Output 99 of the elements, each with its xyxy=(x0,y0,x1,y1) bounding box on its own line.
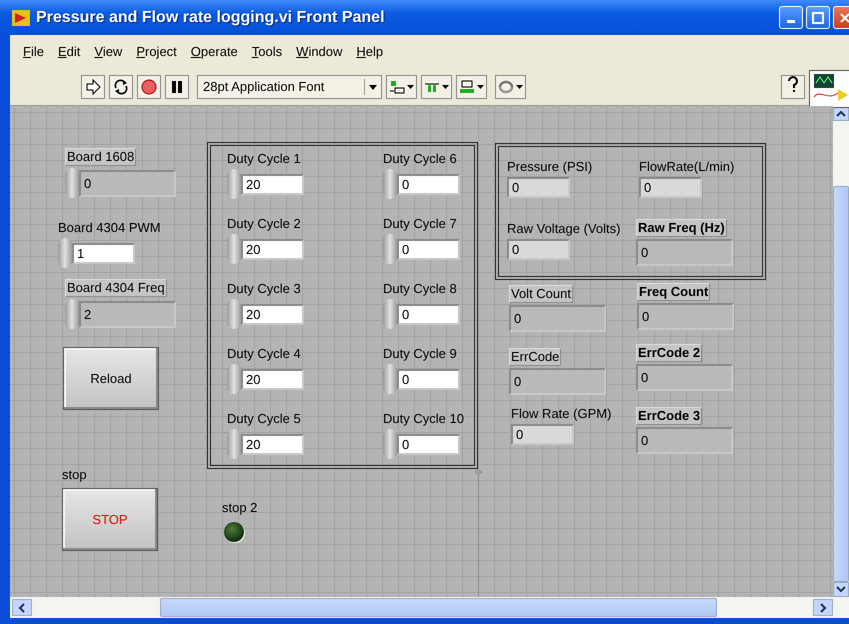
vi-icon xyxy=(12,10,30,26)
distribute-button[interactable] xyxy=(421,74,452,98)
control-label: Flow Rate (GPM) xyxy=(511,406,612,422)
numeric-field[interactable]: 1 xyxy=(72,242,135,264)
resize-button[interactable] xyxy=(456,74,487,98)
numeric-display: 0 xyxy=(636,239,733,266)
spinner-arrows[interactable] xyxy=(383,169,397,199)
vertical-scrollbar[interactable] xyxy=(833,106,849,597)
spinner-arrows[interactable] xyxy=(65,299,79,329)
numeric-field[interactable]: 20 xyxy=(241,304,304,324)
control-label: Pressure (PSI) xyxy=(507,159,592,175)
numeric-field[interactable]: 0 xyxy=(397,368,460,390)
control-label: stop 2 xyxy=(222,500,258,516)
spinner-arrows[interactable] xyxy=(227,299,241,329)
close-icon xyxy=(839,12,849,24)
numeric-field[interactable]: 20 xyxy=(241,434,304,454)
window-title: Pressure and Flow rate logging.vi Front Panel xyxy=(36,8,385,26)
control-label: Duty Cycle 3 xyxy=(227,281,301,297)
control-label: Duty Cycle 7 xyxy=(383,216,457,232)
align-button[interactable] xyxy=(386,74,417,98)
control-label: Duty Cycle 6 xyxy=(383,151,457,167)
control-label: stop xyxy=(62,467,87,483)
menu-item[interactable]: Edit xyxy=(50,44,88,59)
numeric-field[interactable]: 0 xyxy=(397,238,460,260)
spinner-arrows[interactable] xyxy=(227,364,241,394)
spinner-arrows[interactable] xyxy=(383,234,397,264)
control-label: Duty Cycle 10 xyxy=(383,411,464,427)
numeric-field[interactable]: 20 xyxy=(241,238,304,260)
control-label: Duty Cycle 2 xyxy=(227,216,301,232)
control-label: Duty Cycle 9 xyxy=(383,346,457,362)
help-button[interactable] xyxy=(781,74,805,98)
numeric-display: 0 xyxy=(636,364,733,391)
align-icon xyxy=(389,78,405,94)
pause-icon xyxy=(169,78,185,94)
font-dropdown[interactable]: 28pt Application Font xyxy=(197,74,382,98)
vi-icon[interactable] xyxy=(809,70,849,108)
numeric-display: 0 xyxy=(639,177,702,198)
control-label: Board 4304 PWM xyxy=(58,220,161,236)
spinner-arrows[interactable] xyxy=(383,299,397,329)
numeric-field[interactable]: 0 xyxy=(397,434,460,454)
maximize-icon xyxy=(812,12,824,24)
menu-item[interactable]: Window xyxy=(289,44,350,59)
abort-button[interactable] xyxy=(137,74,161,98)
spinner-arrows[interactable] xyxy=(227,234,241,264)
control-label: ErrCode xyxy=(509,348,562,366)
menu-item[interactable]: Help xyxy=(349,44,390,59)
numeric-display: 0 xyxy=(637,303,734,330)
minimize-icon xyxy=(787,20,795,23)
control-label: Board 1608 xyxy=(65,148,136,166)
numeric-display: 0 xyxy=(507,239,570,260)
run-button[interactable] xyxy=(81,74,105,98)
numeric-display: 0 xyxy=(636,427,733,454)
push-button[interactable]: Reload xyxy=(63,347,159,410)
numeric-display: 0 xyxy=(509,368,606,395)
control-label: Raw Freq (Hz) xyxy=(636,219,727,237)
pause-button[interactable] xyxy=(165,74,189,98)
caret-icon xyxy=(477,84,484,90)
control-label: ErrCode 2 xyxy=(636,344,702,362)
caret-icon xyxy=(407,84,414,90)
question-mark-icon xyxy=(786,76,800,94)
control-label: Duty Cycle 1 xyxy=(227,151,301,167)
numeric-field[interactable]: 20 xyxy=(241,174,304,194)
control-label: ErrCode 3 xyxy=(636,407,702,425)
control-label: Raw Voltage (Volts) xyxy=(507,221,620,237)
spinner-arrows[interactable] xyxy=(65,168,79,198)
spinner-arrows[interactable] xyxy=(383,364,397,394)
maximize-button[interactable] xyxy=(806,6,830,29)
led-indicator[interactable] xyxy=(224,522,244,542)
menu-item[interactable]: Project xyxy=(129,44,184,59)
menu-item[interactable]: View xyxy=(87,44,130,59)
numeric-field[interactable]: 0 xyxy=(397,174,460,194)
spinner-arrows[interactable] xyxy=(227,169,241,199)
control-label: Duty Cycle 8 xyxy=(383,281,457,297)
arrow-icon xyxy=(85,78,101,94)
run-continuously-button[interactable] xyxy=(109,74,133,98)
spinner-arrows[interactable] xyxy=(383,429,397,459)
numeric-display: 0 xyxy=(511,424,574,445)
stop-sign-icon xyxy=(141,78,157,94)
caret-icon xyxy=(442,84,449,90)
control-label: Duty Cycle 4 xyxy=(227,346,301,362)
horizontal-scrollbar[interactable] xyxy=(10,597,849,618)
spinner-arrows[interactable] xyxy=(227,429,241,459)
resize-icon xyxy=(459,78,475,94)
numeric-display: 0 xyxy=(509,305,606,332)
numeric-field[interactable]: 20 xyxy=(241,368,304,390)
menu-item[interactable]: File xyxy=(16,44,51,59)
spinner-arrows[interactable] xyxy=(58,238,72,268)
numeric-display: 0 xyxy=(507,177,570,198)
caret-icon xyxy=(516,84,523,90)
control-label: Freq Count xyxy=(637,283,710,301)
numeric-field[interactable]: 0 xyxy=(397,304,460,324)
control-label: Duty Cycle 5 xyxy=(227,411,301,427)
reorder-button[interactable] xyxy=(495,74,526,98)
minimize-button[interactable] xyxy=(779,6,803,29)
menu-item[interactable]: Tools xyxy=(244,44,290,59)
menu-item[interactable]: Operate xyxy=(184,44,245,59)
control-label: Board 4304 Freq xyxy=(65,279,167,297)
control-label: Volt Count xyxy=(509,285,573,303)
control-label: FlowRate(L/min) xyxy=(639,159,734,175)
